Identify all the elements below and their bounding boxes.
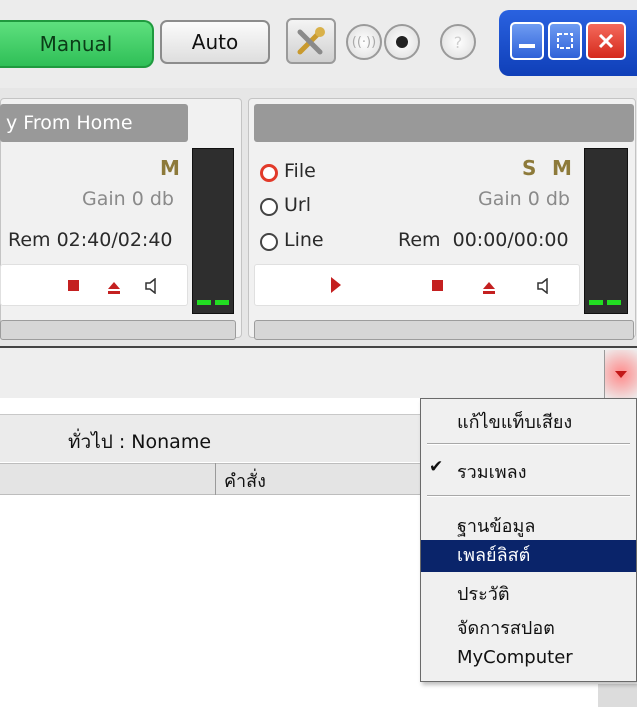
eject-icon[interactable]: [107, 278, 121, 300]
view-selector-bar: [0, 346, 637, 398]
stop-icon[interactable]: [68, 280, 79, 291]
menu-item-manage-spots[interactable]: จัดการสปอต: [421, 613, 636, 642]
menu-item-label: รวมเพลง: [457, 462, 527, 483]
menu-item-history[interactable]: ประวัติ: [421, 579, 636, 608]
gain-label: Gain 0 db: [82, 188, 174, 210]
playlist-title: ทั่วไป : Noname: [68, 431, 212, 453]
view-menu: แก้ไขแท็บเสียง ✔ รวมเพลง ฐานข้อมูล เพลย์…: [420, 398, 637, 682]
volume-icon[interactable]: [144, 277, 158, 299]
stop-icon-right[interactable]: [432, 280, 443, 291]
auto-button[interactable]: Auto: [160, 20, 270, 64]
level-meter-left: [192, 148, 234, 314]
tools-button[interactable]: [286, 18, 336, 64]
source-file-label: File: [284, 160, 316, 182]
fullscreen-button[interactable]: [548, 22, 582, 60]
solo-badge[interactable]: S: [522, 156, 536, 180]
help-icon: ?: [453, 32, 463, 52]
volume-icon-right[interactable]: [536, 277, 550, 299]
player-right-title: [254, 104, 634, 142]
menu-item-playlist[interactable]: เพลย์ลิสต์: [421, 540, 636, 572]
broadcast-icon: ((·)): [351, 34, 377, 50]
tools-icon: [297, 27, 325, 55]
player-left-title: y From Home: [0, 104, 188, 142]
player-right-controls: [254, 264, 580, 306]
fullscreen-icon: [557, 33, 573, 49]
menu-item-label: แก้ไขแท็บเสียง: [457, 412, 573, 433]
menu-item-label: MyComputer: [457, 647, 573, 668]
source-line-label: Line: [284, 229, 324, 251]
source-url-radio[interactable]: [260, 198, 278, 216]
source-file-radio[interactable]: [260, 164, 278, 182]
close-button[interactable]: [586, 22, 626, 60]
menu-item-label: ประวัติ: [457, 584, 510, 605]
menu-item-database[interactable]: ฐานข้อมูล: [421, 511, 636, 540]
column-command-header[interactable]: คำสั่ง: [224, 466, 266, 495]
mute-badge-right[interactable]: M: [552, 156, 572, 180]
remaining-time: Rem 02:40/02:40: [8, 229, 173, 251]
minimize-icon: [519, 44, 535, 48]
check-icon: ✔: [429, 457, 444, 477]
menu-item-label: ฐานข้อมูล: [457, 516, 536, 537]
gain-label-right: Gain 0 db: [478, 188, 570, 210]
manual-button[interactable]: Manual: [0, 20, 154, 68]
player-left-controls: [0, 264, 188, 306]
menu-item-label: เพลย์ลิสต์: [457, 545, 531, 566]
source-line-radio[interactable]: [260, 233, 278, 251]
help-button[interactable]: ?: [440, 24, 476, 60]
view-dropdown-button[interactable]: [605, 350, 637, 398]
broadcast-button[interactable]: ((·)): [346, 24, 382, 60]
chevron-down-icon: [615, 371, 627, 378]
level-meter-right: [584, 148, 628, 314]
remaining-time-right: Rem 00:00/00:00: [398, 229, 569, 251]
play-icon[interactable]: [330, 276, 342, 299]
menu-item-mycomputer[interactable]: MyComputer: [421, 647, 636, 668]
menu-item-label: จัดการสปอต: [457, 618, 555, 639]
mute-badge[interactable]: M: [160, 156, 180, 180]
record-icon: [396, 36, 408, 48]
record-button[interactable]: [384, 24, 420, 60]
menu-item-song-collection[interactable]: ✔ รวมเพลง: [421, 457, 636, 486]
column-header-row: [0, 463, 420, 495]
minimize-button[interactable]: [510, 22, 544, 60]
progress-bar-left[interactable]: [0, 320, 236, 340]
scrollbar[interactable]: [598, 684, 637, 707]
source-url-label: Url: [284, 194, 311, 216]
menu-item-edit-sound-tab[interactable]: แก้ไขแท็บเสียง: [421, 407, 636, 436]
progress-bar-right[interactable]: [254, 320, 634, 340]
close-icon: [598, 33, 614, 49]
eject-icon-right[interactable]: [482, 278, 496, 300]
